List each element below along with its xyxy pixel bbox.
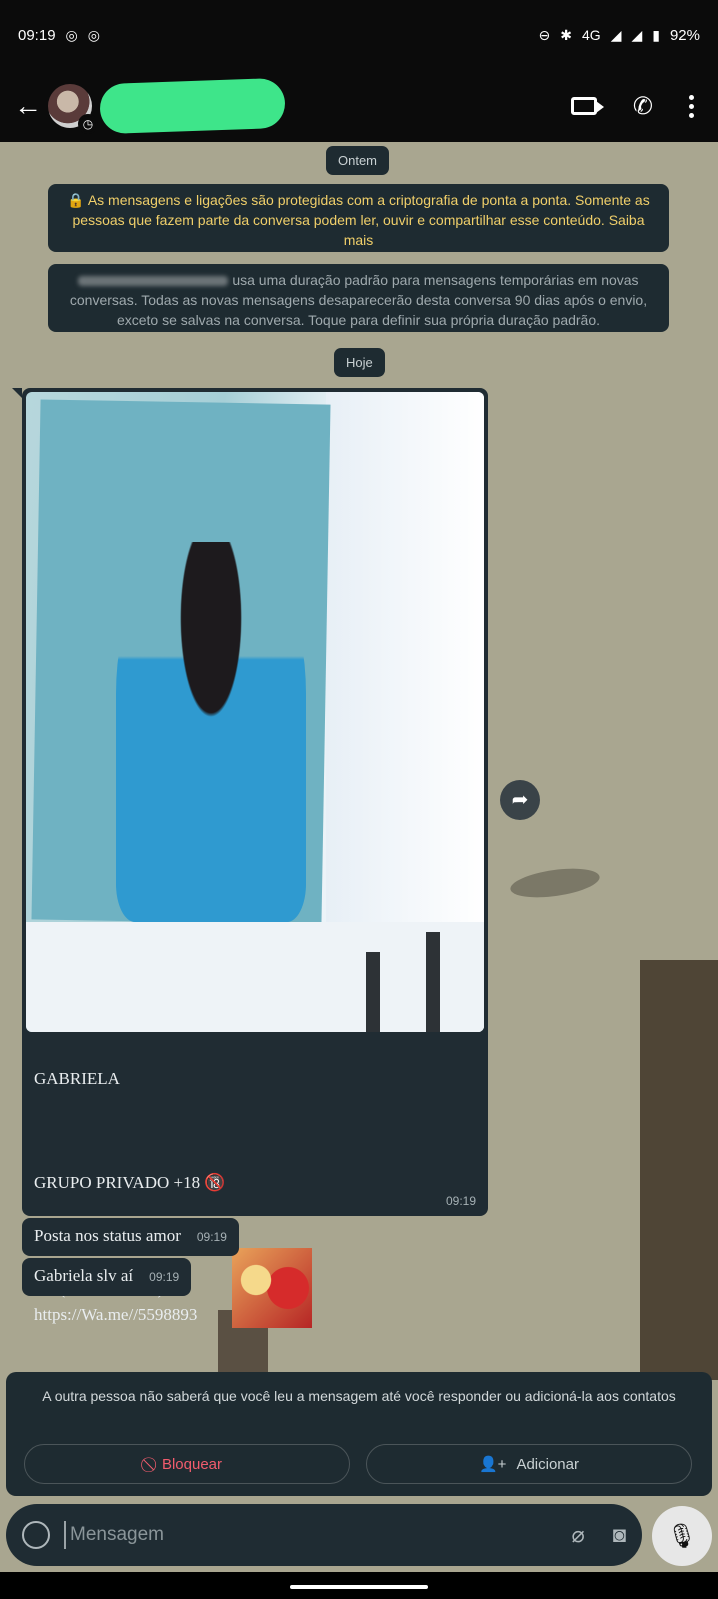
block-label: Bloquear [161,1455,223,1473]
camera-icon[interactable]: ◙ [613,1522,626,1548]
message-input[interactable]: Mensagem [64,1521,543,1549]
status-bar: 09:19 ◎ ◎ ⊖ ✱ 4G ◢ ◢ ▮ 92% [0,0,718,70]
do-not-disturb-icon: ⊖ [538,26,551,43]
message-time: 09:19 [196,1230,227,1244]
text-message-bubble[interactable]: Posta nos status amor 09:19 [22,1218,239,1256]
caption-line: GABRIELA [34,1069,120,1088]
sticker-emoji-icon[interactable] [22,1521,50,1549]
home-gesture-handle[interactable] [290,1585,428,1589]
message-time: 09:19 [445,1194,476,1208]
microphone-button[interactable]: 🎙 [652,1506,712,1566]
battery-level: 92% [669,26,700,44]
video-call-icon[interactable] [570,97,604,115]
add-label: Adicionar [516,1455,579,1473]
message-time: 09:19 [149,1270,180,1284]
whatsapp-icon: ◎ [65,26,78,43]
whatsapp-icon: ◎ [87,26,100,43]
message-photo[interactable] [26,392,484,1032]
text-message-bubble[interactable]: Gabriela slv aí 09:19 [22,1258,192,1296]
unknown-contact-text: A outra pessoa não saberá que você leu a… [42,1388,676,1404]
encryption-notice[interactable]: 🔒 As mensagens e ligações são protegidas… [48,184,669,252]
message-text: Gabriela slv aí [34,1266,134,1285]
battery-icon: ▮ [652,26,660,43]
sticker-image [232,1248,312,1328]
chat-header: ← ◷ ✆ [0,70,718,142]
wallpaper-tower [640,960,718,1380]
message-text: Posta nos status amor [34,1226,181,1245]
signal-icon: ◢ [610,26,622,43]
caption-line: GRUPO PRIVADO +18 🔞 [34,1173,226,1192]
back-arrow-icon[interactable]: ← [8,90,48,122]
forward-icon[interactable]: ➦ [500,780,540,820]
voice-call-icon[interactable]: ✆ [633,92,653,121]
image-caption: GABRIELA GRUPO PRIVADO +18 🔞 VENDO CONTE… [26,1032,484,1352]
message-composer: Mensagem ⌀ ◙ [6,1504,642,1566]
date-chip-yesterday: Ontem [326,146,390,175]
status-time: 09:19 [18,26,56,44]
unknown-contact-panel: A outra pessoa não saberá que você leu a… [6,1372,712,1496]
network-type: 4G [582,27,601,43]
disappearing-messages-notice[interactable]: usa uma duração padrão para mensagens te… [48,264,669,332]
more-options-icon[interactable] [689,94,694,118]
navigation-bar [0,1572,718,1599]
add-person-icon: 👤+ [479,1456,507,1473]
add-contact-button[interactable]: 👤+ Adicionar [366,1444,692,1484]
date-chip-today: Hoje [334,348,385,377]
redacted-name [78,276,229,287]
block-button[interactable]: ⃠ Bloquear [24,1444,350,1484]
disappearing-timer-icon: ◷ [78,114,98,134]
attach-icon[interactable]: ⌀ [571,1522,584,1548]
microphone-icon: 🎙 [666,1522,698,1550]
signal-icon: ◢ [631,26,643,43]
contact-name-redaction[interactable] [99,77,286,135]
bluetooth-icon: ✱ [560,26,572,43]
avatar[interactable]: ◷ [48,84,98,134]
caption-link[interactable]: https://Wa.me//5598893 [34,1302,197,1328]
wallpaper-plane [508,863,602,903]
image-message-bubble[interactable]: GABRIELA GRUPO PRIVADO +18 🔞 VENDO CONTE… [12,388,488,1328]
